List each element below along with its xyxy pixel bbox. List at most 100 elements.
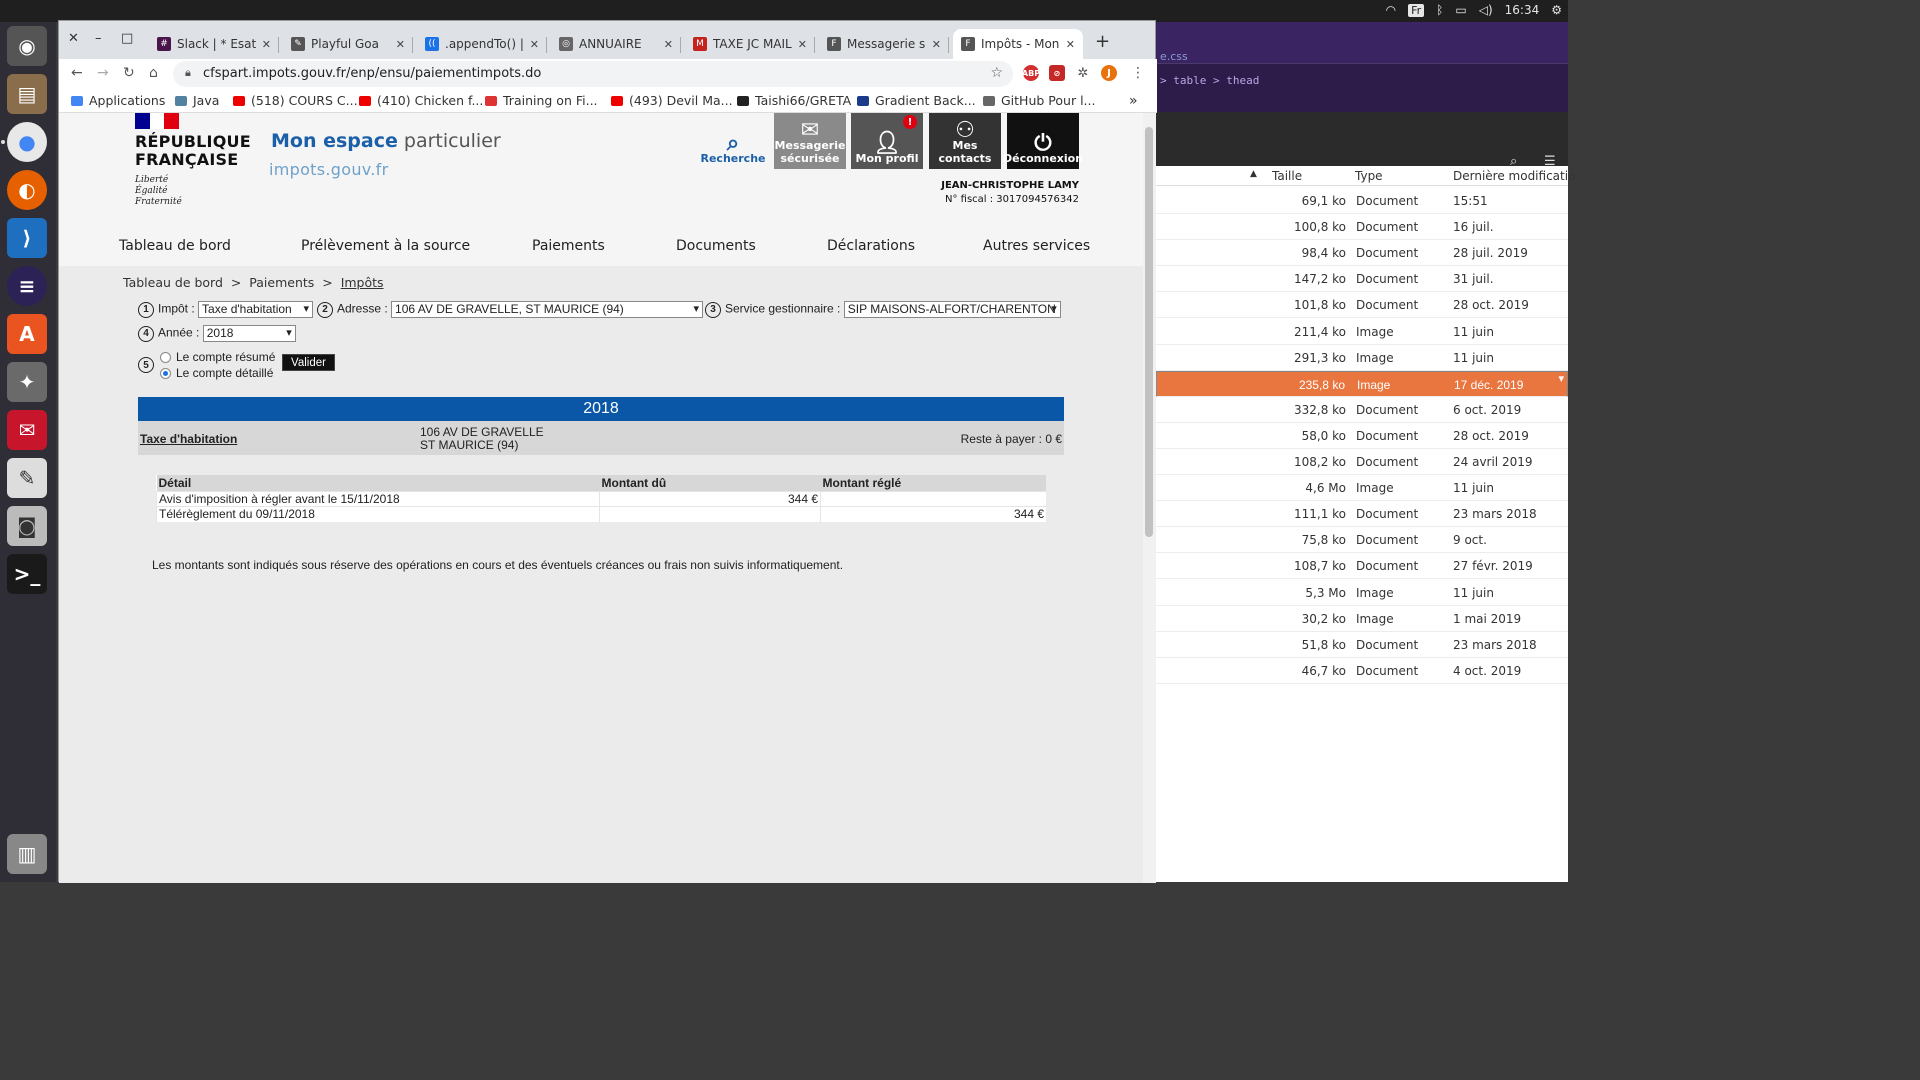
- camera-icon[interactable]: ◙: [7, 506, 47, 546]
- close-tab-icon[interactable]: ✕: [932, 38, 941, 51]
- chrome-icon[interactable]: ●: [7, 122, 47, 162]
- menu-kebab-icon[interactable]: ⋮: [1131, 65, 1145, 81]
- scrollbar-thumb[interactable]: [1145, 127, 1153, 537]
- browser-tab[interactable]: # Slack | * Esat | I ✕: [149, 29, 279, 59]
- url-text[interactable]: cfspart.impots.gouv.fr/enp/ensu/paiement…: [203, 66, 541, 81]
- file-row[interactable]: 30,2 ko Image 1 mai 2019: [1156, 606, 1568, 632]
- close-tab-icon[interactable]: ✕: [798, 38, 807, 51]
- browser-tab[interactable]: F Impôts - Mon e ✕: [953, 29, 1083, 59]
- settings-gear-icon[interactable]: ⚙: [1551, 3, 1562, 17]
- eclipse-icon[interactable]: ≡: [7, 266, 47, 306]
- new-tab-button[interactable]: +: [1095, 31, 1110, 52]
- header-button-user[interactable]: 👤︎ Mon profil!: [851, 113, 923, 169]
- nav-prelevement-source[interactable]: Prélèvement à la source: [301, 238, 470, 254]
- file-row[interactable]: 101,8 ko Document 28 oct. 2019: [1156, 292, 1568, 319]
- keyboard-layout-indicator[interactable]: Fr: [1408, 3, 1425, 17]
- close-window-icon[interactable]: ✕: [68, 31, 79, 46]
- file-row[interactable]: 46,7 ko Document 4 oct. 2019: [1156, 658, 1568, 684]
- republique-francaise-logo[interactable]: RÉPUBLIQUE FRANÇAISE Liberté Égalité Frater…: [135, 113, 251, 208]
- bookmark-item[interactable]: (518) COURS C...: [233, 93, 358, 108]
- extensions-puzzle-icon[interactable]: ✲: [1075, 65, 1091, 81]
- breadcrumb-paiements[interactable]: Paiements: [249, 275, 314, 290]
- clock[interactable]: 16:34: [1505, 3, 1540, 17]
- file-row[interactable]: 291,3 ko Image 11 juin: [1156, 345, 1568, 371]
- file-row[interactable]: 98,4 ko Document 28 juil. 2019: [1156, 240, 1568, 267]
- page-scrollbar[interactable]: [1143, 113, 1156, 883]
- tax-name-link[interactable]: Taxe d'habitation: [140, 432, 237, 446]
- file-row[interactable]: 111,1 ko Document 23 mars 2018: [1156, 501, 1568, 528]
- sort-up-icon[interactable]: ▲: [1250, 169, 1257, 179]
- header-button-mail[interactable]: ✉ Messagerie sécurisée: [774, 113, 846, 169]
- mail-icon[interactable]: ✉: [7, 410, 47, 450]
- reload-icon[interactable]: ↻: [123, 65, 135, 81]
- bookmark-item[interactable]: Training on Fi...: [485, 93, 598, 108]
- profile-avatar[interactable]: J: [1101, 65, 1117, 81]
- close-tab-icon[interactable]: ✕: [262, 38, 271, 51]
- forward-icon[interactable]: →: [97, 65, 109, 81]
- bookmark-item[interactable]: (410) Chicken f...: [359, 93, 483, 108]
- nav-paiements[interactable]: Paiements: [532, 238, 605, 254]
- browser-tab[interactable]: M TAXE JC MAIL ✕: [685, 29, 815, 59]
- adresse-select[interactable]: 106 AV DE GRAVELLE, ST MAURICE (94): [391, 301, 704, 318]
- browser-tab[interactable]: ✎ Playful Goa ✕: [283, 29, 413, 59]
- radio-compte-detaille[interactable]: Le compte détaillé: [160, 365, 275, 381]
- file-row[interactable]: 108,7 ko Document 27 févr. 2019: [1156, 553, 1568, 580]
- back-icon[interactable]: ←: [71, 65, 83, 81]
- text-editor-icon[interactable]: ✎: [7, 458, 47, 498]
- file-row[interactable]: 51,8 ko Document 23 mars 2018: [1156, 632, 1568, 658]
- column-size[interactable]: Taille: [1272, 169, 1302, 183]
- browser-tab[interactable]: ((.appendTo() | j ✕: [417, 29, 547, 59]
- browser-tab[interactable]: ◎ ANNUAIRE ✕: [551, 29, 681, 59]
- breadcrumb-tableau-de-bord[interactable]: Tableau de bord: [123, 275, 223, 290]
- impot-select[interactable]: Taxe d'habitation: [198, 301, 314, 318]
- column-modified[interactable]: Dernière modificatio: [1453, 169, 1575, 183]
- settings-icon[interactable]: ✦: [7, 362, 47, 402]
- service-select[interactable]: SIP MAISONS-ALFORT/CHARENTON: [843, 301, 1061, 318]
- vscode-icon[interactable]: ⟩: [7, 218, 47, 258]
- bookmark-star-icon[interactable]: ☆: [990, 65, 1003, 81]
- maximize-window-icon[interactable]: □: [121, 31, 133, 46]
- trash-icon[interactable]: ▥: [7, 834, 47, 874]
- file-row[interactable]: 69,1 ko Document 15:51: [1156, 188, 1568, 214]
- address-bar[interactable]: 🔒︎ cfspart.impots.gouv.fr/enp/ensu/paiem…: [173, 61, 1013, 87]
- files-icon[interactable]: ▤: [7, 74, 47, 114]
- file-row[interactable]: 5,3 Mo Image 11 juin: [1156, 580, 1568, 606]
- file-row[interactable]: 235,8 ko Image 17 déc. 2019: [1156, 370, 1568, 397]
- valider-button[interactable]: Valider: [282, 354, 335, 371]
- adblock-extension-icon[interactable]: ABP: [1022, 65, 1040, 81]
- close-tab-icon[interactable]: ✕: [664, 38, 673, 51]
- minimize-window-icon[interactable]: –: [95, 31, 102, 46]
- file-row[interactable]: 332,8 ko Document 6 oct. 2019: [1156, 397, 1568, 423]
- breadcrumb-impots[interactable]: Impôts: [341, 275, 384, 290]
- file-row[interactable]: 75,8 ko Document 9 oct.: [1156, 527, 1568, 554]
- nav-tableau-de-bord[interactable]: Tableau de bord: [119, 238, 231, 254]
- annee-select[interactable]: 2018: [202, 325, 296, 342]
- file-row[interactable]: 147,2 ko Document 31 juil.: [1156, 266, 1568, 293]
- bookmark-item[interactable]: Taishi66/GRETA: [737, 93, 851, 108]
- bookmarks-overflow[interactable]: »: [1129, 93, 1138, 109]
- nav-documents[interactable]: Documents: [676, 238, 756, 254]
- file-row[interactable]: 100,8 ko Document 16 juil.: [1156, 214, 1568, 241]
- lock-icon[interactable]: 🔒︎: [185, 66, 191, 80]
- system-tray[interactable]: ◠ Fr ᛒ ▭ ◁) 16:34 ⚙: [1386, 3, 1562, 17]
- firefox-icon[interactable]: ◐: [7, 170, 47, 210]
- bookmark-item[interactable]: (493) Devil Ma...: [611, 93, 733, 108]
- volume-icon[interactable]: ◁): [1479, 3, 1493, 17]
- nav-declarations[interactable]: Déclarations: [827, 238, 915, 254]
- file-row[interactable]: 4,6 Mo Image 11 juin: [1156, 475, 1568, 502]
- file-row[interactable]: 108,2 ko Document 24 avril 2019: [1156, 449, 1568, 475]
- header-button-power[interactable]: ⏻ Déconnexion: [1003, 113, 1083, 169]
- bookmark-item[interactable]: GitHub Pour l...: [983, 93, 1095, 108]
- impots-gouv-logo[interactable]: impots.gouv.fr: [269, 160, 388, 179]
- header-button-search[interactable]: ⌕ Recherche: [697, 113, 769, 169]
- extension-icon[interactable]: ⊘: [1049, 65, 1065, 81]
- header-button-contacts[interactable]: ⚇ Mes contacts: [929, 113, 1001, 169]
- close-tab-icon[interactable]: ✕: [530, 38, 539, 51]
- browser-tab[interactable]: F Messagerie sé ✕: [819, 29, 949, 59]
- close-tab-icon[interactable]: ✕: [396, 38, 405, 51]
- terminal-icon[interactable]: >_: [7, 554, 47, 594]
- bluetooth-icon[interactable]: ᛒ: [1436, 3, 1443, 17]
- close-tab-icon[interactable]: ✕: [1066, 38, 1075, 51]
- editor-tab-name[interactable]: e.css: [1160, 50, 1188, 63]
- file-row[interactable]: 58,0 ko Document 28 oct. 2019: [1156, 423, 1568, 449]
